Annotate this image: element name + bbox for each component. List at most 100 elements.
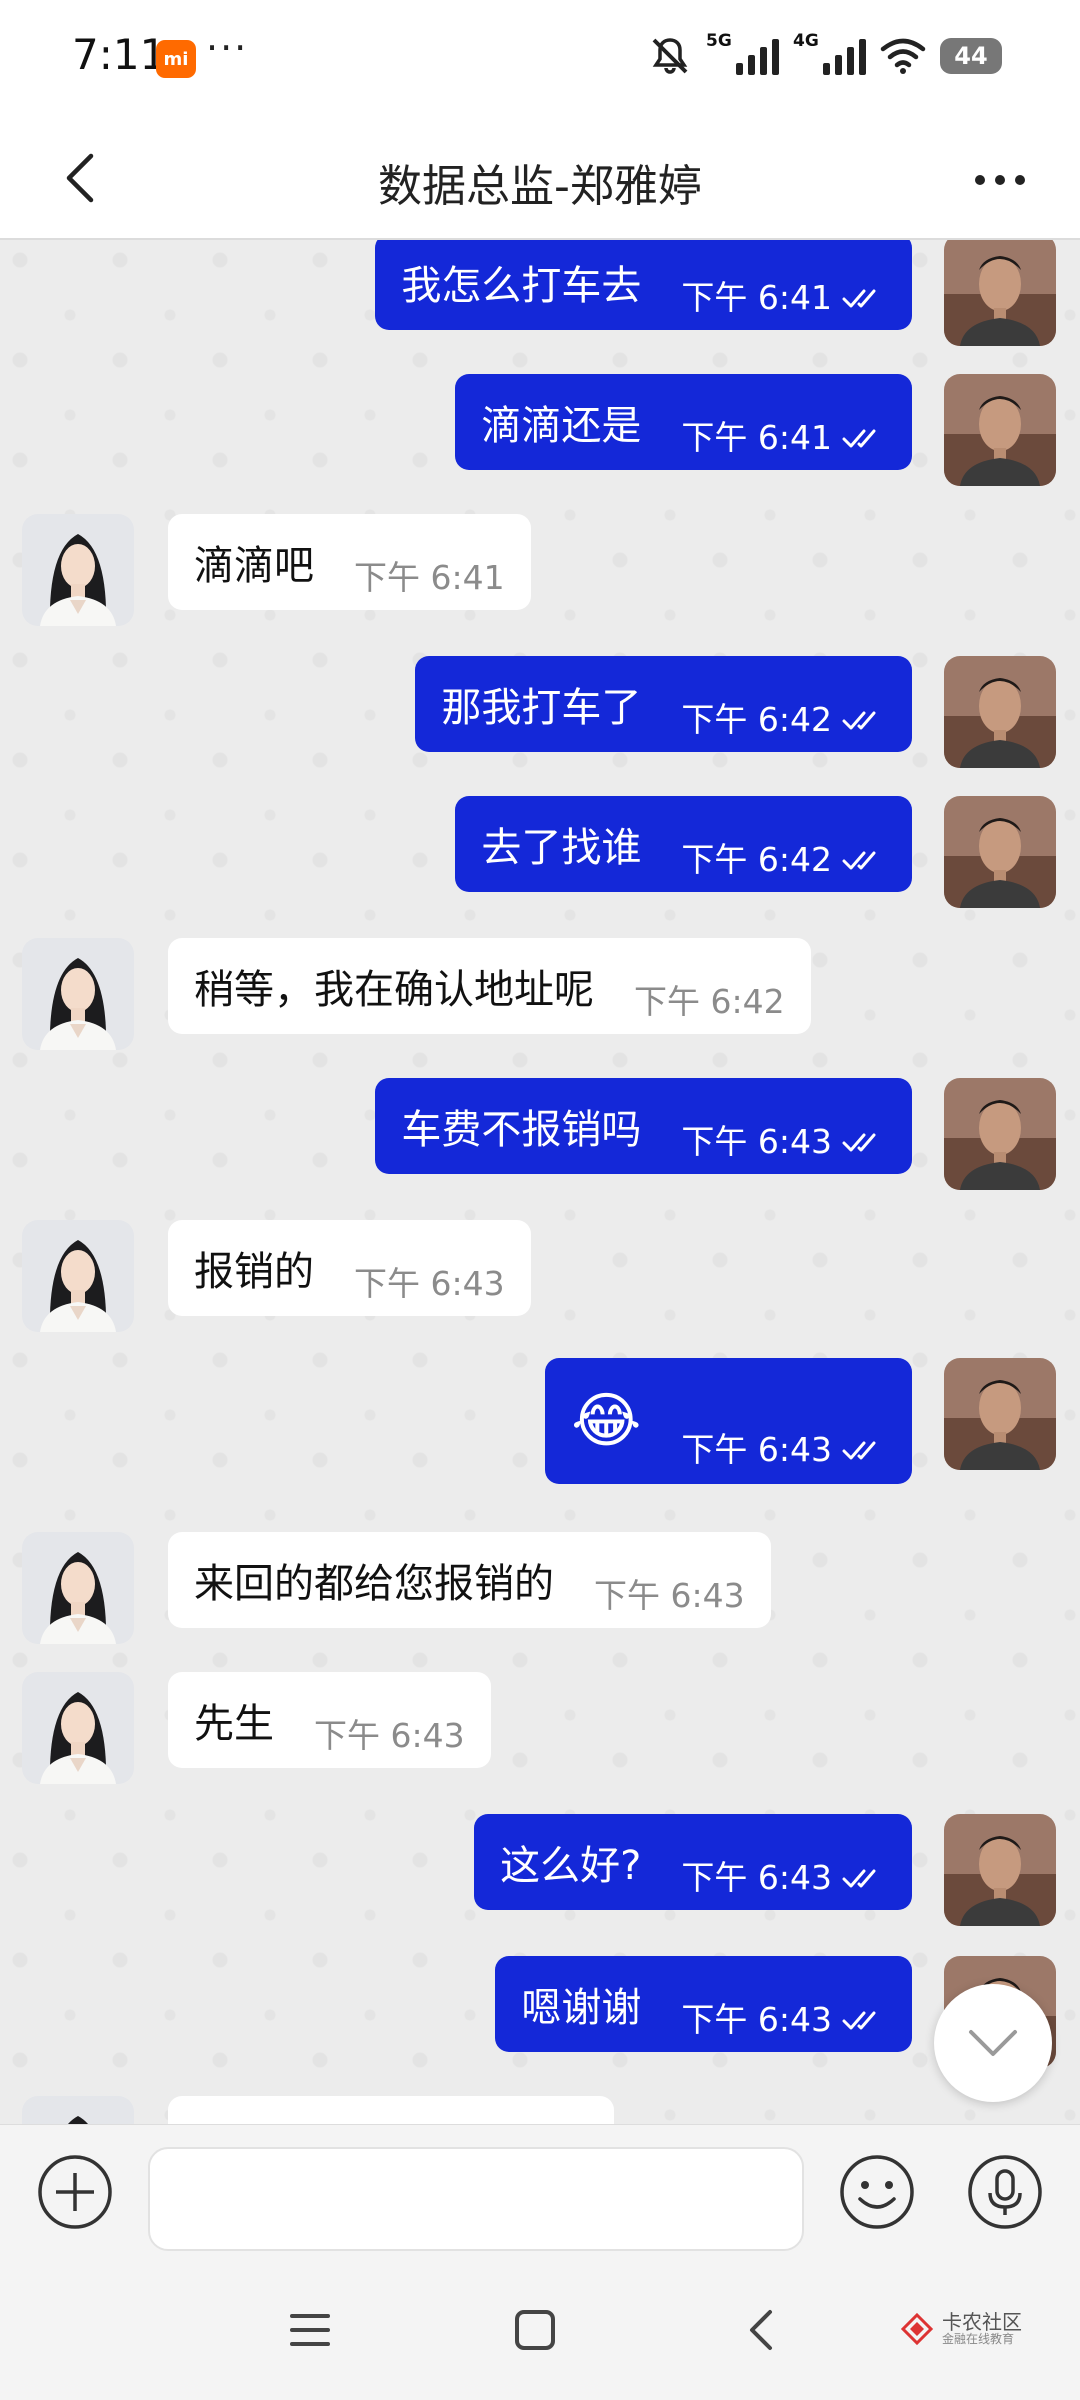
- message-text: 我怎么打车去: [401, 263, 642, 309]
- my-avatar[interactable]: [944, 1358, 1056, 1470]
- emoji-button[interactable]: [838, 2153, 916, 2231]
- message-bubble[interactable]: 我怎么打车去 下午 6:41: [375, 240, 912, 330]
- message-time: 下午 6:43: [681, 2000, 832, 2039]
- chevron-down-icon: [969, 2030, 1017, 2056]
- read-ticks-icon: [842, 711, 876, 730]
- recent-apps-button[interactable]: [280, 2300, 340, 2360]
- mi-notification-icon: mi: [156, 40, 196, 78]
- wifi-icon: [880, 38, 926, 74]
- message-bubble[interactable]: 这么好? 下午 6:43: [474, 1814, 912, 1910]
- read-ticks-icon: [842, 289, 876, 308]
- signal-5g-icon: 5G: [706, 31, 779, 75]
- contact-avatar[interactable]: [22, 1532, 134, 1644]
- chat-message-list[interactable]: 我怎么打车去 下午 6:41 滴滴还是 下午 6:41 滴滴吧 下午 6:41 那我打车了下…: [0, 240, 1080, 2124]
- status-bar: 7:11 mi ··· 5G 4G 44: [0, 0, 1080, 118]
- message-row-outgoing: 去了找谁 下午 6:42: [0, 796, 1080, 916]
- message-text: 车费不报销吗: [401, 1107, 642, 1153]
- message-time: 下午 6:42: [681, 700, 832, 739]
- my-avatar[interactable]: [944, 1078, 1056, 1190]
- home-button[interactable]: [505, 2300, 565, 2360]
- message-row-outgoing: 我怎么打车去 下午 6:41: [0, 240, 1080, 354]
- read-ticks-icon: [842, 2011, 876, 2030]
- contact-avatar[interactable]: [22, 1220, 134, 1332]
- message-row-outgoing: 😂 下午 6:43: [0, 1358, 1080, 1484]
- voice-button[interactable]: [966, 2153, 1044, 2231]
- plus-circle-icon: [38, 2155, 112, 2229]
- message-text: 稍等，我在确认地址呢: [194, 967, 594, 1013]
- more-horizontal-icon: [975, 175, 1025, 185]
- watermark-main: 卡农社区: [942, 2310, 1022, 2335]
- message-row-incoming: 来回的都给您报销的 下午 6:43: [0, 1532, 1080, 1652]
- message-bubble[interactable]: 😂 下午 6:43: [545, 1358, 912, 1484]
- battery-icon: 44: [940, 38, 1002, 74]
- message-text: 先生: [194, 1701, 274, 1747]
- home-square-icon: [515, 2310, 555, 2350]
- message-row-incoming: 滴滴吧 下午 6:41: [0, 514, 1080, 634]
- read-receipt: [842, 707, 886, 731]
- read-receipt: [842, 1865, 886, 1889]
- message-time: 下午 6:43: [314, 1716, 465, 1755]
- message-text: 滴滴吧: [194, 543, 314, 589]
- message-row-incoming: 报销的 下午 6:43: [0, 1220, 1080, 1340]
- my-avatar[interactable]: [944, 374, 1056, 486]
- message-bubble[interactable]: 嗯谢谢 下午 6:43: [495, 1956, 912, 2052]
- message-bubble[interactable]: 滴滴吧 下午 6:41: [168, 514, 531, 610]
- message-time: 下午 6:42: [634, 982, 785, 1021]
- contact-avatar[interactable]: [22, 1672, 134, 1784]
- message-text: 报销的: [194, 1249, 314, 1295]
- emoji-message: 😂: [571, 1386, 642, 1456]
- attach-button[interactable]: [36, 2153, 114, 2231]
- read-ticks-icon: [842, 1869, 876, 1888]
- contact-avatar[interactable]: [22, 514, 134, 626]
- read-receipt: [842, 847, 886, 871]
- message-input-bar: [0, 2124, 1080, 2260]
- read-ticks-icon: [842, 1441, 876, 1460]
- system-nav-bar: 卡农社区 金融在线教育: [0, 2260, 1080, 2400]
- read-ticks-icon: [842, 1133, 876, 1152]
- message-text: 那我打车了: [441, 685, 642, 731]
- message-bubble[interactable]: 先生 下午 6:43: [168, 1672, 491, 1768]
- my-avatar[interactable]: [944, 240, 1056, 346]
- read-receipt: [842, 1437, 886, 1461]
- message-bubble[interactable]: 报销的 下午 6:43: [168, 1220, 531, 1316]
- back-chevron-icon: [750, 2310, 772, 2350]
- contact-avatar[interactable]: [22, 938, 134, 1050]
- read-ticks-icon: [842, 851, 876, 870]
- read-ticks-icon: [842, 429, 876, 448]
- message-bubble[interactable]: 来回的都给您报销的 下午 6:43: [168, 1532, 771, 1628]
- chat-title: 数据总监-郑雅婷: [378, 161, 702, 212]
- message-time: 下午 6:43: [681, 1858, 832, 1897]
- message-row-outgoing: 滴滴还是 下午 6:41: [0, 374, 1080, 494]
- menu-icon: [290, 2314, 330, 2346]
- message-time: 下午 6:41: [354, 558, 505, 597]
- message-time: 下午 6:43: [681, 1430, 832, 1469]
- message-row-outgoing: 那我打车了 下午 6:42: [0, 656, 1080, 776]
- message-row-outgoing: 车费不报销吗 下午 6:43: [0, 1078, 1080, 1198]
- message-bubble[interactable]: 去了找谁 下午 6:42: [455, 796, 912, 892]
- net-4g-label: 4G: [793, 31, 819, 51]
- nav-back-button[interactable]: [730, 2300, 790, 2360]
- my-avatar[interactable]: [944, 796, 1056, 908]
- message-bubble[interactable]: [168, 2096, 614, 2124]
- mute-bell-icon: [652, 38, 688, 74]
- message-time: 下午 6:43: [594, 1576, 745, 1615]
- message-time: 下午 6:43: [681, 1122, 832, 1161]
- message-input[interactable]: [148, 2147, 804, 2251]
- message-bubble[interactable]: 那我打车了 下午 6:42: [415, 656, 912, 752]
- more-notifications-indicator: ···: [206, 26, 249, 70]
- message-bubble[interactable]: 滴滴还是 下午 6:41: [455, 374, 912, 470]
- message-row-incoming: 先生 下午 6:43: [0, 1672, 1080, 1792]
- my-avatar[interactable]: [944, 1814, 1056, 1926]
- status-icons: 5G 4G 44: [648, 31, 1002, 76]
- read-receipt: [842, 285, 886, 309]
- message-text: 这么好?: [500, 1843, 642, 1889]
- message-bubble[interactable]: 稍等，我在确认地址呢 下午 6:42: [168, 938, 811, 1034]
- my-avatar[interactable]: [944, 656, 1056, 768]
- more-options-button[interactable]: [960, 150, 1040, 210]
- message-bubble[interactable]: 车费不报销吗 下午 6:43: [375, 1078, 912, 1174]
- net-5g-label: 5G: [706, 31, 732, 51]
- scroll-to-bottom-button[interactable]: [934, 1984, 1052, 2102]
- smiley-icon: [840, 2155, 914, 2229]
- message-time: 下午 6:41: [681, 418, 832, 457]
- contact-avatar[interactable]: [22, 2096, 134, 2124]
